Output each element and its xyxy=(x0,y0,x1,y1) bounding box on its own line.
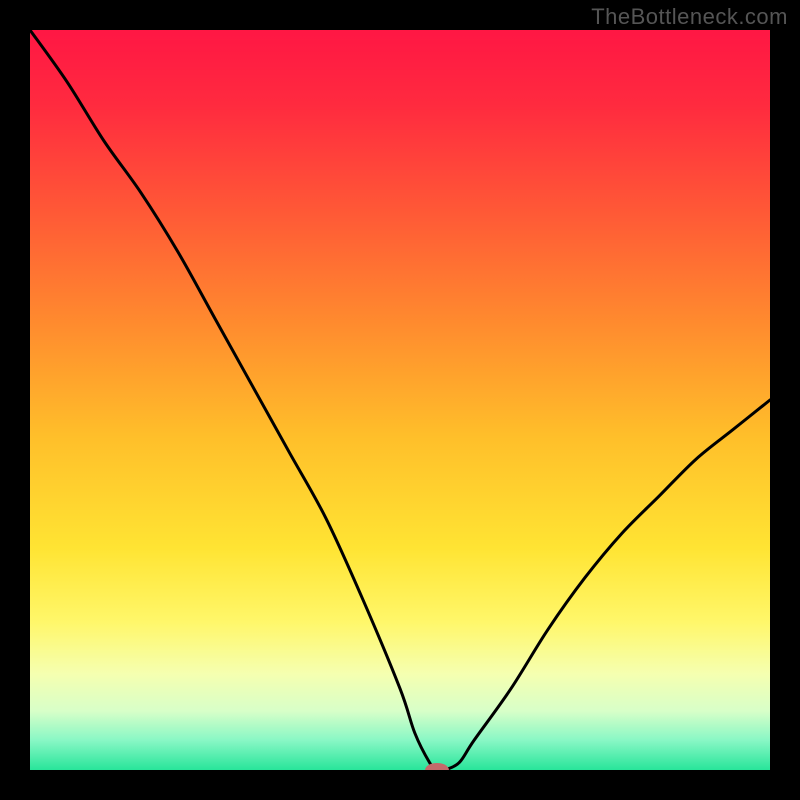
chart-svg xyxy=(30,30,770,770)
gradient-background xyxy=(30,30,770,770)
bottleneck-chart xyxy=(30,30,770,770)
watermark-text: TheBottleneck.com xyxy=(591,4,788,30)
